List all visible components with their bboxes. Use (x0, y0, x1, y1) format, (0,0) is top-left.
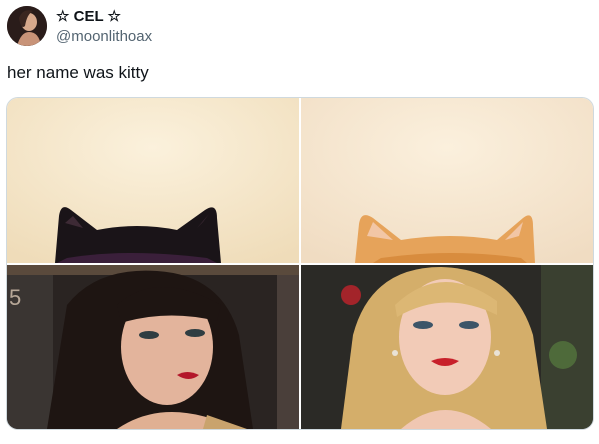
tweet-header: ☆ CEL ☆ @moonlithoax (0, 0, 599, 60)
avatar[interactable] (7, 6, 47, 46)
media-grid[interactable]: 5 (6, 97, 594, 430)
svg-text:5: 5 (9, 285, 21, 310)
display-name[interactable]: ☆ CEL ☆ (56, 8, 121, 26)
user-handle[interactable]: @moonlithoax (56, 28, 152, 46)
panel-dark-haired-woman[interactable]: 5 (7, 265, 299, 429)
panel-orange-cat-ears[interactable] (301, 98, 593, 263)
panel-black-cat-ears[interactable] (7, 98, 299, 263)
panel-blonde-haired-woman[interactable] (301, 265, 593, 429)
tweet-text: her name was kitty (7, 63, 149, 82)
